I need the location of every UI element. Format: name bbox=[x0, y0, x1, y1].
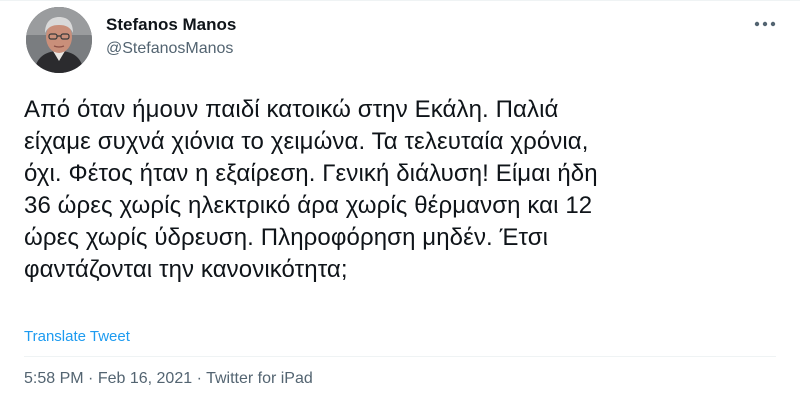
tweet-text-line: όχι. Φέτος ήταν η εξαίρεση. Γενική διάλυ… bbox=[24, 160, 598, 187]
avatar[interactable] bbox=[26, 7, 92, 73]
avatar-image bbox=[26, 7, 92, 73]
divider bbox=[24, 356, 776, 357]
tweet-text: Από όταν ήμουν παιδί κατοικώ στην Εκάλη.… bbox=[24, 94, 784, 286]
tweet-text-line: Από όταν ήμουν παιδί κατοικώ στην Εκάλη.… bbox=[24, 96, 559, 123]
tweet-text-line: φαντάζονται την κανονικότητα; bbox=[24, 256, 348, 283]
tweet-source[interactable]: Twitter for iPad bbox=[206, 370, 313, 387]
author-display-name[interactable]: Stefanos Manos bbox=[106, 15, 236, 35]
tweet-card: Stefanos Manos @StefanosManos Από όταν ή… bbox=[0, 0, 800, 400]
more-options-button[interactable] bbox=[752, 11, 778, 37]
tweet-meta: 5:58 PM · Feb 16, 2021 · Twitter for iPa… bbox=[24, 370, 313, 388]
translate-tweet-link[interactable]: Translate Tweet bbox=[24, 328, 130, 345]
tweet-time[interactable]: 5:58 PM bbox=[24, 370, 84, 387]
more-horizontal-icon bbox=[754, 21, 776, 27]
tweet-text-line: ώρες χωρίς ύδρευση. Πληροφόρηση μηδέν. Έ… bbox=[24, 224, 549, 251]
tweet-text-line: είχαμε συχνά χιόνια το χειμώνα. Τα τελευ… bbox=[24, 128, 589, 155]
tweet-text-line: 36 ώρες χωρίς ηλεκτρικό άρα χωρίς θέρμαν… bbox=[24, 192, 593, 219]
tweet-date[interactable]: Feb 16, 2021 bbox=[98, 370, 192, 387]
author-handle[interactable]: @StefanosManos bbox=[106, 40, 233, 58]
